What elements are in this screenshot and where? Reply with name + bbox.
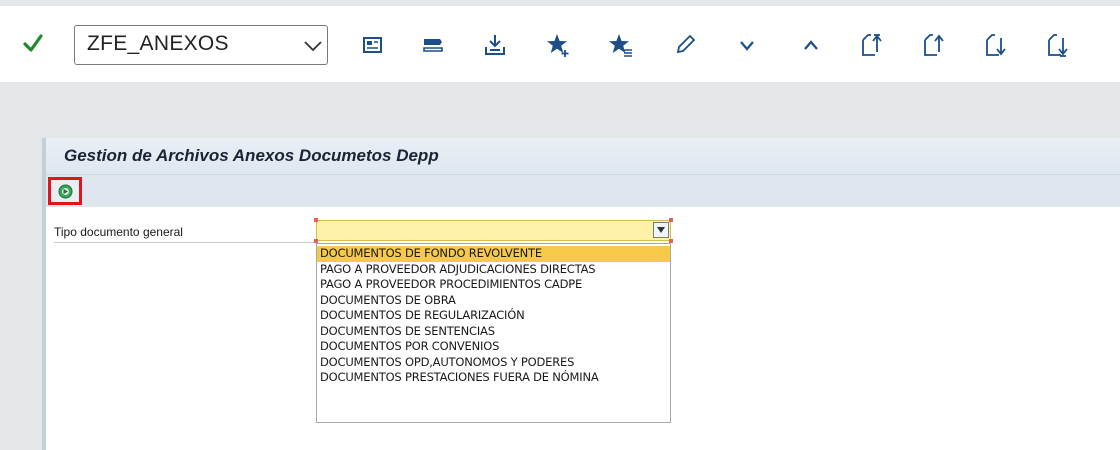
command-field-value[interactable]: ZFE_ANEXOS xyxy=(87,32,229,56)
favorite-list-icon[interactable] xyxy=(608,32,634,58)
next-page-icon[interactable] xyxy=(984,32,1010,58)
page-title: Gestion de Archivos Anexos Documetos Dep… xyxy=(64,146,439,165)
first-page-icon[interactable] xyxy=(860,32,886,58)
dropdown-option[interactable]: PAGO A PROVEEDOR PROCEDIMIENTOS CADPE xyxy=(317,277,670,293)
edit-pencil-icon[interactable] xyxy=(672,32,698,58)
chevron-down-icon[interactable] xyxy=(734,32,760,58)
download-tray-icon[interactable] xyxy=(482,32,508,58)
display-object-icon[interactable] xyxy=(360,32,386,58)
dropdown-option[interactable]: DOCUMENTOS PRESTACIONES FUERA DE NÓMINA xyxy=(317,370,670,386)
dropdown-list: DOCUMENTOS DE FONDO REVOLVENTE PAGO A PR… xyxy=(316,243,671,423)
check-icon[interactable] xyxy=(22,32,44,54)
execute-button[interactable] xyxy=(48,177,82,205)
last-page-icon[interactable] xyxy=(1046,32,1072,58)
tipo-documento-dropdown[interactable] xyxy=(316,220,671,241)
execute-icon xyxy=(58,184,73,199)
dropdown-option[interactable]: DOCUMENTOS DE FONDO REVOLVENTE xyxy=(317,246,670,262)
application-toolbar xyxy=(46,175,1120,207)
tipo-documento-label: Tipo documento general xyxy=(54,225,183,239)
dropdown-option[interactable]: DOCUMENTOS POR CONVENIOS xyxy=(317,339,670,355)
dropdown-option[interactable]: DOCUMENTOS DE REGULARIZACIÓN xyxy=(317,308,670,324)
dropdown-option[interactable]: DOCUMENTOS OPD,AUTONOMOS Y PODERES xyxy=(317,355,670,371)
input-arrow-icon[interactable] xyxy=(420,32,446,58)
label-underline xyxy=(54,242,314,243)
chevron-up-icon[interactable] xyxy=(798,32,824,58)
add-favorite-icon[interactable] xyxy=(546,32,572,58)
dropdown-option[interactable]: DOCUMENTOS DE OBRA xyxy=(317,293,670,309)
chevron-down-icon xyxy=(657,227,665,233)
field-corner-marker xyxy=(669,218,673,222)
previous-page-icon[interactable] xyxy=(922,32,948,58)
dropdown-option[interactable]: PAGO A PROVEEDOR ADJUDICACIONES DIRECTAS xyxy=(317,262,670,278)
chevron-down-icon[interactable] xyxy=(303,39,323,53)
dropdown-option[interactable]: DOCUMENTOS DE SENTENCIAS xyxy=(317,324,670,340)
field-corner-marker xyxy=(314,218,318,222)
sap-panel: Gestion de Archivos Anexos Documetos Dep… xyxy=(42,138,1120,450)
dropdown-toggle-button[interactable] xyxy=(653,222,669,238)
panel-title-bar: Gestion de Archivos Anexos Documetos Dep… xyxy=(46,138,1120,175)
command-field[interactable]: ZFE_ANEXOS xyxy=(74,25,328,65)
main-toolbar: ZFE_ANEXOS xyxy=(0,6,1120,82)
